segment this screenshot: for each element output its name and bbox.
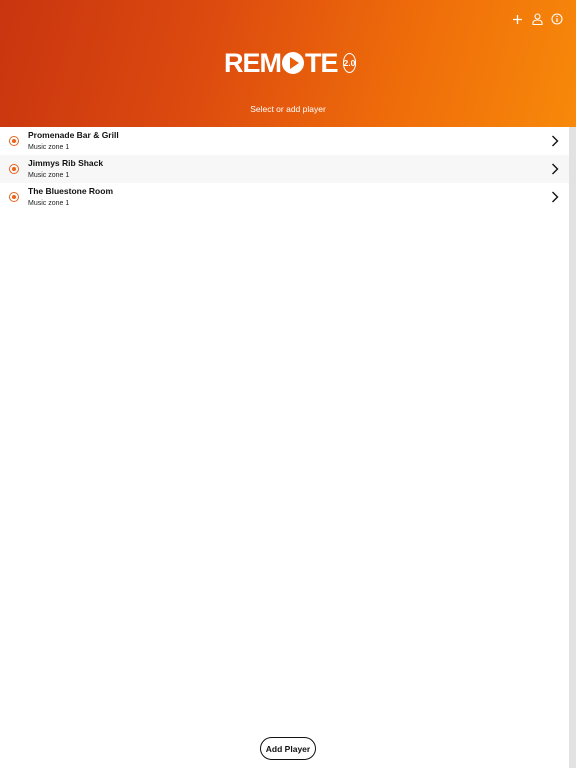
radio-selected-icon[interactable] bbox=[9, 192, 19, 202]
add-player-button[interactable]: Add Player bbox=[260, 737, 316, 760]
radio-selected-icon[interactable] bbox=[9, 136, 19, 146]
player-zone: Music zone 1 bbox=[28, 200, 70, 207]
player-row[interactable]: The Bluestone Room Music zone 1 bbox=[0, 183, 569, 211]
chevron-right-icon[interactable] bbox=[551, 163, 559, 175]
chevron-right-icon[interactable] bbox=[551, 135, 559, 147]
page-subtitle: Select or add player bbox=[250, 104, 326, 114]
logo-word: REM TE bbox=[224, 47, 339, 78]
player-name: The Bluestone Room bbox=[28, 186, 114, 196]
scrollbar[interactable] bbox=[569, 127, 576, 768]
remote-logo: REM TE 2.0 bbox=[222, 46, 357, 80]
top-toolbar bbox=[510, 12, 564, 26]
player-row[interactable]: Jimmys Rib Shack Music zone 1 bbox=[0, 155, 569, 183]
plus-icon[interactable] bbox=[510, 12, 524, 26]
player-zone: Music zone 1 bbox=[28, 144, 70, 151]
info-icon[interactable] bbox=[550, 12, 564, 26]
user-icon[interactable] bbox=[530, 12, 544, 26]
player-text: Promenade Bar & Grill Music zone 1 bbox=[28, 129, 119, 153]
logo-version-badge: 2.0 bbox=[342, 53, 357, 73]
player-text: The Bluestone Room Music zone 1 bbox=[28, 185, 113, 209]
header: REM TE 2.0 Select or add player bbox=[0, 0, 576, 127]
player-name: Jimmys Rib Shack bbox=[28, 158, 104, 168]
player-text: Jimmys Rib Shack Music zone 1 bbox=[28, 157, 103, 181]
chevron-right-icon[interactable] bbox=[551, 191, 559, 203]
player-zone: Music zone 1 bbox=[28, 172, 70, 179]
radio-selected-icon[interactable] bbox=[9, 164, 19, 174]
play-icon bbox=[282, 52, 304, 74]
logo-text: REM bbox=[224, 47, 282, 78]
player-row[interactable]: Promenade Bar & Grill Music zone 1 bbox=[0, 127, 569, 155]
player-name: Promenade Bar & Grill bbox=[28, 130, 119, 140]
player-list: Promenade Bar & Grill Music zone 1 Jimmy… bbox=[0, 127, 569, 211]
